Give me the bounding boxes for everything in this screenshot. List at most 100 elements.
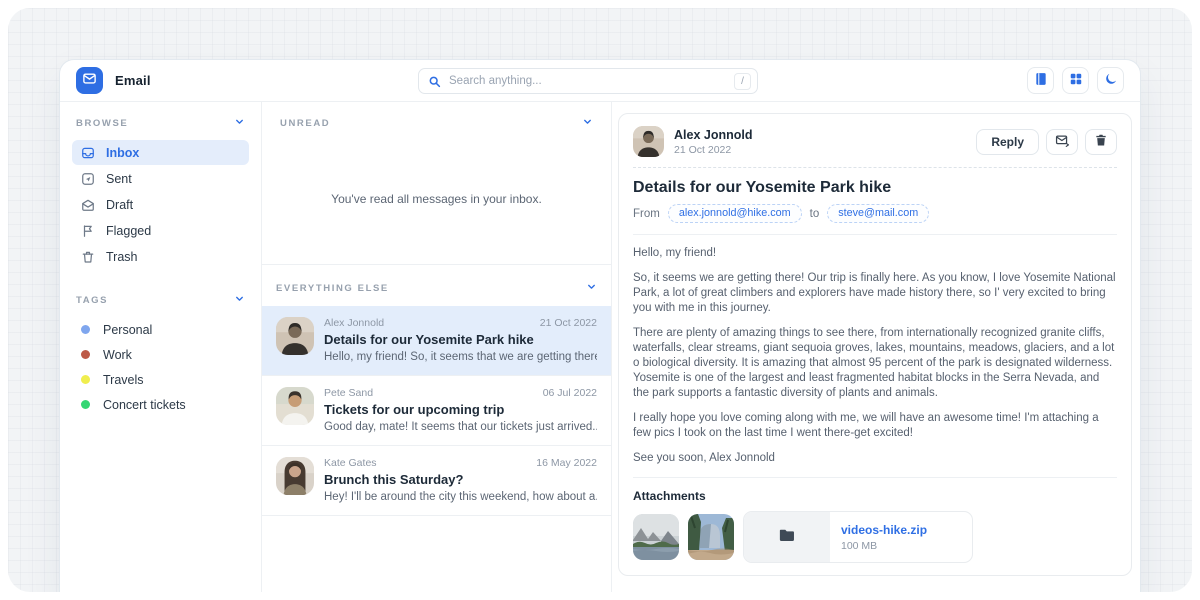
tag-label: Personal: [103, 323, 152, 337]
search-input[interactable]: [449, 75, 726, 87]
unread-section-header: UNREAD: [276, 116, 597, 130]
browse-label: BROWSE: [76, 118, 128, 129]
attachment-photo-half-dome[interactable]: [688, 514, 734, 560]
tag-color-dot: [81, 350, 90, 359]
half-dome-photo: [688, 514, 734, 560]
search-shortcut-key: /: [734, 73, 751, 90]
email-list-item[interactable]: Kate Gates 16 May 2022 Brunch this Satur…: [262, 446, 611, 516]
envelope-icon: [82, 71, 97, 91]
detail-date: 21 Oct 2022: [674, 144, 752, 156]
trash-icon: [81, 250, 95, 264]
email-sender: Kate Gates: [324, 457, 377, 469]
avatar: [276, 317, 314, 355]
grid-icon: [1069, 72, 1083, 89]
reply-button[interactable]: Reply: [976, 129, 1039, 155]
app-logo[interactable]: [76, 67, 103, 94]
draft-icon: [81, 198, 95, 212]
tag-label: Travels: [103, 373, 144, 387]
sidebar-item-flagged[interactable]: Flagged: [72, 218, 249, 243]
detail-from-row: From alex.jonnold@hike.com to steve@mail…: [633, 204, 1117, 223]
sidebar: BROWSE Inbox: [60, 102, 262, 592]
detail-header: Alex Jonnold 21 Oct 2022 Reply: [633, 126, 1117, 168]
book-icon: [1034, 72, 1048, 89]
email-sender: Alex Jonnold: [324, 317, 384, 329]
email-item-content: Kate Gates 16 May 2022 Brunch this Satur…: [324, 457, 597, 503]
email-body: Hello, my friend! So, it seems we are ge…: [633, 246, 1117, 466]
tag-label: Work: [103, 348, 132, 362]
attachment-photo-valley[interactable]: [633, 514, 679, 560]
email-subject: Brunch this Saturday?: [324, 472, 597, 487]
tag-color-dot: [81, 400, 90, 409]
tags-label: TAGS: [76, 295, 108, 306]
sent-icon: [81, 172, 95, 186]
tag-item-work[interactable]: Work: [72, 342, 249, 367]
moon-icon: [1104, 72, 1118, 89]
email-list-item[interactable]: Alex Jonnold 21 Oct 2022 Details for our…: [262, 306, 611, 376]
chevron-down-icon[interactable]: [586, 281, 597, 295]
from-email-chip[interactable]: alex.jonnold@hike.com: [668, 204, 802, 223]
attachment-file-card[interactable]: videos-hike.zip 100 MB: [743, 511, 973, 563]
to-label: to: [810, 208, 820, 220]
main-columns: BROWSE Inbox: [60, 102, 1140, 592]
tag-label: Concert tickets: [103, 398, 186, 412]
email-preview: Hey! I'll be around the city this weeken…: [324, 491, 597, 503]
flag-icon: [81, 224, 95, 238]
mail-forward-icon: [1055, 133, 1070, 151]
top-bar: Email /: [60, 60, 1140, 102]
avatar: [633, 126, 664, 157]
forward-mail-button[interactable]: [1046, 129, 1078, 155]
delete-email-button[interactable]: [1085, 129, 1117, 155]
tag-item-travels[interactable]: Travels: [72, 367, 249, 392]
attachments-label: Attachments: [633, 489, 1117, 503]
chevron-down-icon[interactable]: [582, 116, 593, 130]
sidebar-item-label: Sent: [106, 172, 132, 186]
detail-subject: Details for our Yosemite Park hike: [633, 179, 1117, 197]
message-list-column: UNREAD You've read all messages in your …: [262, 102, 612, 592]
tags-section: TAGS Personal Work: [72, 293, 249, 417]
email-preview: Hello, my friend! So, it seems that we a…: [324, 351, 597, 363]
email-date: 21 Oct 2022: [540, 317, 597, 329]
attachment-file-size: 100 MB: [841, 540, 927, 552]
dark-mode-toggle[interactable]: [1097, 67, 1124, 94]
sidebar-item-label: Flagged: [106, 224, 151, 238]
trash-filled-icon: [1094, 133, 1108, 150]
body-paragraph: I really hope you love coming along with…: [633, 411, 1117, 441]
sidebar-item-inbox[interactable]: Inbox: [72, 140, 249, 165]
detail-actions: Reply: [976, 129, 1117, 155]
email-item-content: Pete Sand 06 Jul 2022 Tickets for our up…: [324, 387, 597, 433]
email-item-content: Alex Jonnold 21 Oct 2022 Details for our…: [324, 317, 597, 363]
to-email-chip[interactable]: steve@mail.com: [827, 204, 929, 223]
divider: [633, 477, 1117, 478]
body-paragraph: Hello, my friend!: [633, 246, 1117, 261]
avatar: [276, 387, 314, 425]
folder-icon: [778, 526, 796, 549]
sidebar-item-sent[interactable]: Sent: [72, 166, 249, 191]
inbox-icon: [81, 146, 95, 160]
apps-grid-button[interactable]: [1062, 67, 1089, 94]
sidebar-item-label: Trash: [106, 250, 138, 264]
tags-list: Personal Work Travels Concert ticke: [72, 317, 249, 417]
chevron-down-icon[interactable]: [234, 116, 245, 130]
sidebar-item-trash[interactable]: Trash: [72, 244, 249, 269]
sidebar-item-draft[interactable]: Draft: [72, 192, 249, 217]
email-detail-card: Alex Jonnold 21 Oct 2022 Reply: [618, 113, 1132, 576]
page-background: Email /: [8, 8, 1192, 592]
address-book-button[interactable]: [1027, 67, 1054, 94]
search-icon: [428, 75, 441, 88]
email-subject: Details for our Yosemite Park hike: [324, 332, 597, 347]
tag-item-concert-tickets[interactable]: Concert tickets: [72, 392, 249, 417]
attachments-row: videos-hike.zip 100 MB: [633, 511, 1117, 563]
chevron-down-icon[interactable]: [234, 293, 245, 307]
search-bar[interactable]: /: [418, 68, 758, 94]
avatar: [276, 457, 314, 495]
body-paragraph: There are plenty of amazing things to se…: [633, 326, 1117, 401]
tag-item-personal[interactable]: Personal: [72, 317, 249, 342]
browse-section-header: BROWSE: [72, 116, 249, 130]
email-list-item[interactable]: Pete Sand 06 Jul 2022 Tickets for our up…: [262, 376, 611, 446]
app-title: Email: [115, 73, 151, 88]
browse-nav-list: Inbox Sent Draft: [72, 140, 249, 269]
tag-color-dot: [81, 325, 90, 334]
everything-else-label: EVERYTHING ELSE: [276, 283, 389, 294]
tags-section-header: TAGS: [72, 293, 249, 307]
attachment-file-name[interactable]: videos-hike.zip: [841, 523, 927, 537]
